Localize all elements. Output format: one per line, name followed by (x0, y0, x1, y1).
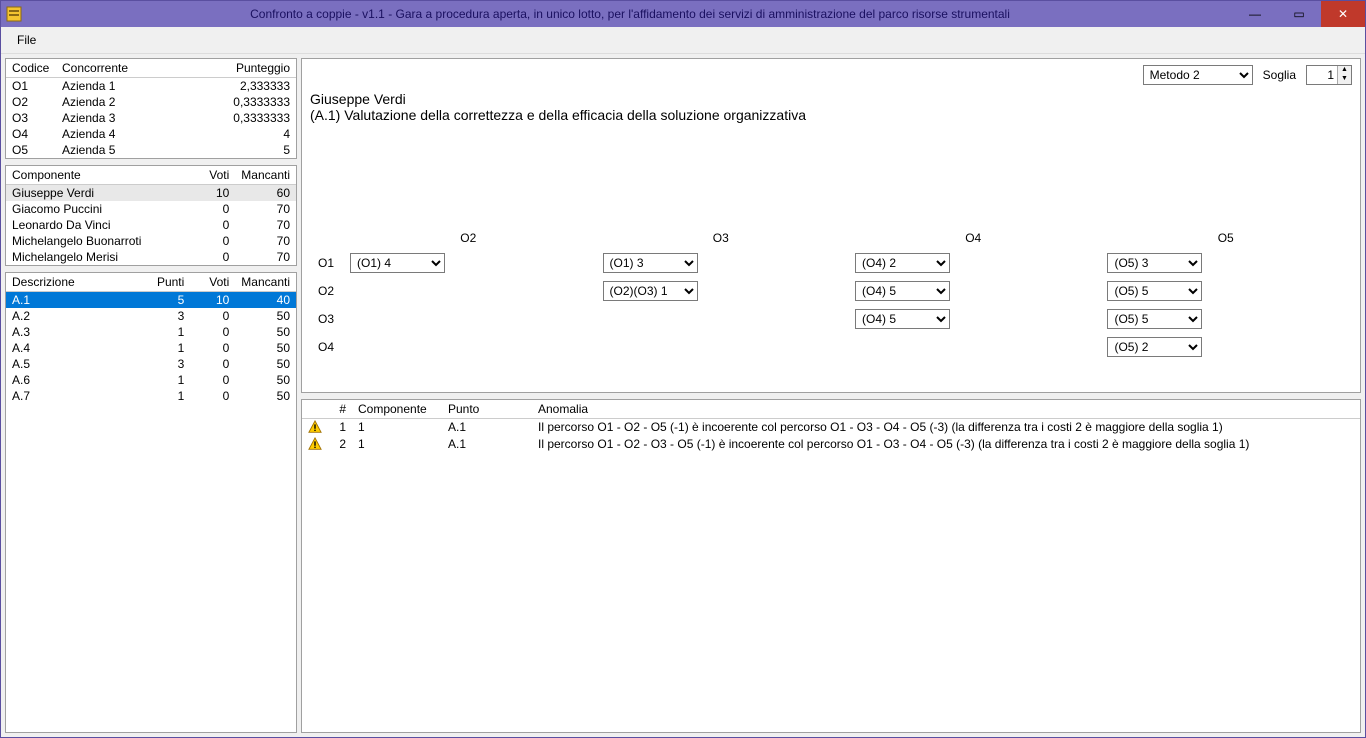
pairwise-select[interactable]: (O4) 5 (855, 309, 950, 329)
col-voti[interactable]: Voti (190, 273, 235, 292)
menu-file[interactable]: File (9, 31, 44, 49)
table-row[interactable]: Leonardo Da Vinci070 (6, 217, 296, 233)
pairwise-select[interactable]: (O5) 3 (1107, 253, 1202, 273)
col-punti[interactable]: Punti (145, 273, 190, 292)
menubar: File (1, 27, 1365, 54)
minimize-button[interactable]: — (1233, 1, 1277, 27)
pairwise-select[interactable]: (O4) 2 (855, 253, 950, 273)
method-select[interactable]: Metodo 2 (1143, 65, 1253, 85)
table-row[interactable]: Giacomo Puccini070 (6, 201, 296, 217)
close-button[interactable]: ✕ (1321, 1, 1365, 27)
spin-up-icon[interactable]: ▲ (1337, 66, 1351, 75)
soglia-label: Soglia (1263, 68, 1296, 82)
col-mancanti[interactable]: Mancanti (235, 273, 296, 292)
criterion-label: (A.1) Valutazione della correttezza e de… (310, 107, 1352, 123)
warning-icon (302, 435, 328, 452)
component-panel: Componente Voti Mancanti Giuseppe Verdi1… (5, 165, 297, 266)
pairwise-select[interactable]: (O5) 5 (1107, 281, 1202, 301)
col-compname[interactable]: Componente (6, 166, 190, 185)
pairwise-select[interactable]: (O5) 5 (1107, 309, 1202, 329)
table-row[interactable]: O2Azienda 20,3333333 (6, 94, 296, 110)
table-row[interactable]: 21A.1Il percorso O1 - O2 - O3 - O5 (-1) … (302, 435, 1360, 452)
pairwise-matrix: O2O3O4O5 O1(O1) 4(O1) 3(O4) 2(O5) 3O2(O2… (310, 227, 1352, 361)
app-icon (1, 1, 27, 27)
col-anom[interactable]: Anomalia (532, 400, 1360, 419)
col-missing[interactable]: Mancanti (235, 166, 296, 185)
description-table[interactable]: Descrizione Punti Voti Mancanti A.151040… (6, 273, 296, 404)
table-row[interactable]: A.53050 (6, 356, 296, 372)
anomaly-table[interactable]: # Componente Punto Anomalia 11A.1Il perc… (302, 400, 1360, 453)
table-row[interactable]: Michelangelo Buonarroti070 (6, 233, 296, 249)
col-score[interactable]: Punteggio (226, 59, 296, 78)
titlebar: Confronto a coppie - v1.1 - Gara a proce… (1, 1, 1365, 27)
anomaly-panel: # Componente Punto Anomalia 11A.1Il perc… (301, 399, 1361, 734)
table-row[interactable]: O1Azienda 12,333333 (6, 78, 296, 95)
window-title: Confronto a coppie - v1.1 - Gara a proce… (27, 7, 1233, 21)
soglia-input[interactable] (1307, 66, 1337, 84)
table-row[interactable]: Giuseppe Verdi1060 (6, 185, 296, 202)
evaluator-name: Giuseppe Verdi (310, 91, 1352, 107)
heading-area: Giuseppe Verdi (A.1) Valutazione della c… (302, 91, 1360, 127)
description-panel: Descrizione Punti Voti Mancanti A.151040… (5, 272, 297, 733)
score-panel: Codice Concorrente Punteggio O1Azienda 1… (5, 58, 297, 159)
col-warn (302, 400, 328, 419)
table-row[interactable]: A.71050 (6, 388, 296, 404)
table-row[interactable]: A.41050 (6, 340, 296, 356)
pairwise-select[interactable]: (O1) 3 (603, 253, 698, 273)
soglia-spinner[interactable]: ▲ ▼ (1306, 65, 1352, 85)
pairwise-select[interactable]: (O5) 2 (1107, 337, 1202, 357)
table-row[interactable]: A.151040 (6, 292, 296, 309)
window-controls: — ▭ ✕ (1233, 1, 1365, 27)
detail-panel: Metodo 2 Soglia ▲ ▼ Giuseppe Verdi (A.1)… (301, 58, 1361, 393)
table-row[interactable]: O5Azienda 55 (6, 142, 296, 158)
col-comp[interactable]: Concorrente (56, 59, 226, 78)
score-table[interactable]: Codice Concorrente Punteggio O1Azienda 1… (6, 59, 296, 158)
col-num[interactable]: # (328, 400, 352, 419)
table-row[interactable]: A.31050 (6, 324, 296, 340)
col-apunto[interactable]: Punto (442, 400, 532, 419)
matrix-area: O2O3O4O5 O1(O1) 4(O1) 3(O4) 2(O5) 3O2(O2… (302, 127, 1360, 369)
col-desc[interactable]: Descrizione (6, 273, 145, 292)
component-table[interactable]: Componente Voti Mancanti Giuseppe Verdi1… (6, 166, 296, 265)
col-acomp[interactable]: Componente (352, 400, 442, 419)
top-controls: Metodo 2 Soglia ▲ ▼ (302, 59, 1360, 91)
maximize-button[interactable]: ▭ (1277, 1, 1321, 27)
pairwise-select[interactable]: (O4) 5 (855, 281, 950, 301)
table-row[interactable]: 11A.1Il percorso O1 - O2 - O5 (-1) è inc… (302, 418, 1360, 435)
pairwise-select[interactable]: (O1) 4 (350, 253, 445, 273)
warning-icon (302, 418, 328, 435)
table-row[interactable]: O3Azienda 30,3333333 (6, 110, 296, 126)
col-code[interactable]: Codice (6, 59, 56, 78)
spin-down-icon[interactable]: ▼ (1337, 75, 1351, 84)
app-window: Confronto a coppie - v1.1 - Gara a proce… (0, 0, 1366, 738)
table-row[interactable]: A.23050 (6, 308, 296, 324)
table-row[interactable]: A.61050 (6, 372, 296, 388)
col-votes[interactable]: Voti (190, 166, 235, 185)
pairwise-select[interactable]: (O2)(O3) 1 (603, 281, 698, 301)
table-row[interactable]: O4Azienda 44 (6, 126, 296, 142)
table-row[interactable]: Michelangelo Merisi070 (6, 249, 296, 265)
